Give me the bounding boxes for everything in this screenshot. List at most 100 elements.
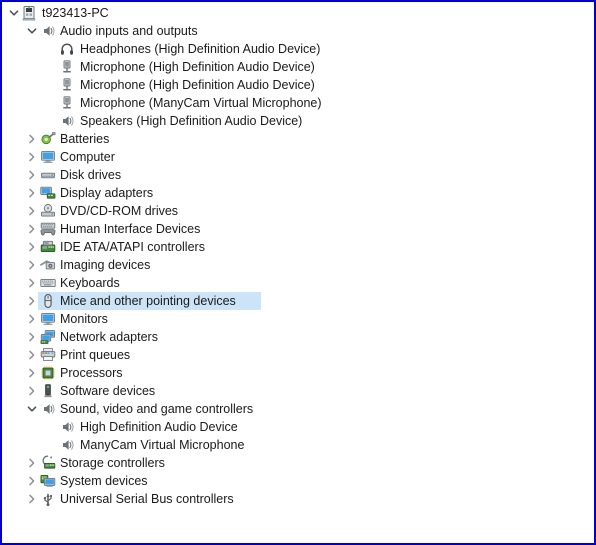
chevron-right-icon[interactable] (25, 310, 39, 328)
tree-row-label: Universal Serial Bus controllers (60, 492, 234, 506)
chevron-right-icon[interactable] (25, 382, 39, 400)
processor-chip-icon (40, 364, 56, 382)
chevron-right-icon[interactable] (25, 166, 39, 184)
tree-row-label: ManyCam Virtual Microphone (80, 438, 245, 452)
tree-row[interactable]: Display adapters (2, 184, 594, 202)
tree-row-label: Print queues (60, 348, 131, 362)
tree-row-label: Storage controllers (60, 456, 165, 470)
chevron-right-icon[interactable] (25, 292, 39, 310)
speaker-icon (59, 436, 75, 454)
chevron-right-icon[interactable] (25, 238, 39, 256)
tree-row-label: High Definition Audio Device (80, 420, 238, 434)
mouse-icon (40, 292, 56, 310)
tree-row[interactable]: Imaging devices (2, 256, 594, 274)
tree-row-label: Disk drives (60, 168, 122, 182)
tree-row-label: System devices (60, 474, 148, 488)
chevron-down-icon[interactable] (7, 4, 21, 22)
tree-row[interactable]: Monitors (2, 310, 594, 328)
tree-row-label: Headphones (High Definition Audio Device… (80, 42, 321, 56)
chevron-right-icon[interactable] (25, 490, 39, 508)
system-device-icon (40, 472, 56, 490)
tree-row[interactable]: Human Interface Devices (2, 220, 594, 238)
computer-pc-icon (21, 4, 37, 22)
speaker-icon (59, 112, 75, 130)
tree-row[interactable]: Microphone (High Definition Audio Device… (2, 58, 594, 76)
tree-row[interactable]: Audio inputs and outputs (2, 22, 594, 40)
monitor-icon (40, 310, 56, 328)
tree-row[interactable]: Computer (2, 148, 594, 166)
tree-row-label: Computer (60, 150, 115, 164)
keyboard-icon (40, 274, 56, 292)
network-adapter-icon (40, 328, 56, 346)
microphone-icon (59, 76, 75, 94)
tree-row[interactable]: Keyboards (2, 274, 594, 292)
chevron-right-icon[interactable] (25, 148, 39, 166)
dvd-drive-icon (40, 202, 56, 220)
tree-row[interactable]: Storage controllers (2, 454, 594, 472)
tree-row[interactable]: Print queues (2, 346, 594, 364)
display-adapter-icon (40, 184, 56, 202)
tree-row[interactable]: Headphones (High Definition Audio Device… (2, 40, 594, 58)
tree-row-label: DVD/CD-ROM drives (60, 204, 179, 218)
chevron-right-icon[interactable] (25, 328, 39, 346)
tree-row[interactable]: IDE ATA/ATAPI controllers (2, 238, 594, 256)
tree-row[interactable]: Universal Serial Bus controllers (2, 490, 594, 508)
chevron-right-icon[interactable] (25, 364, 39, 382)
tree-row[interactable]: Microphone (ManyCam Virtual Microphone) (2, 94, 594, 112)
chevron-down-icon[interactable] (25, 22, 39, 40)
tree-row[interactable]: Disk drives (2, 166, 594, 184)
tree-row-label: Human Interface Devices (60, 222, 201, 236)
speaker-icon (40, 22, 56, 40)
tree-row[interactable]: High Definition Audio Device (2, 418, 594, 436)
tree-row-label: Audio inputs and outputs (60, 24, 198, 38)
chevron-right-icon[interactable] (25, 184, 39, 202)
chevron-right-icon[interactable] (25, 454, 39, 472)
chevron-right-icon[interactable] (25, 256, 39, 274)
tree-row-label: Sound, video and game controllers (60, 402, 254, 416)
tree-row-label: Microphone (High Definition Audio Device… (80, 60, 315, 74)
imaging-camera-icon (40, 256, 56, 274)
chevron-right-icon[interactable] (25, 472, 39, 490)
device-manager-tree[interactable]: t923413-PC Audio inputs and outputs Headph… (2, 2, 594, 543)
tree-row-label: IDE ATA/ATAPI controllers (60, 240, 205, 254)
tree-row[interactable]: Mice and other pointing devices (2, 292, 594, 310)
chevron-right-icon[interactable] (25, 202, 39, 220)
tree-row[interactable]: System devices (2, 472, 594, 490)
chevron-right-icon[interactable] (25, 274, 39, 292)
tree-row[interactable]: Software devices (2, 382, 594, 400)
battery-icon (40, 130, 56, 148)
speaker-icon (59, 418, 75, 436)
tree-row[interactable]: ManyCam Virtual Microphone (2, 436, 594, 454)
tree-row[interactable]: Processors (2, 364, 594, 382)
tree-row-label: Display adapters (60, 186, 154, 200)
disk-drive-icon (40, 166, 56, 184)
tree-row[interactable]: Microphone (High Definition Audio Device… (2, 76, 594, 94)
tree-row-label: Mice and other pointing devices (60, 294, 236, 308)
tree-row-label: Monitors (60, 312, 108, 326)
chevron-right-icon[interactable] (25, 346, 39, 364)
usb-icon (40, 490, 56, 508)
tree-row[interactable]: Speakers (High Definition Audio Device) (2, 112, 594, 130)
tree-row-label: Microphone (High Definition Audio Device… (80, 78, 315, 92)
tree-row-label: t923413-PC (42, 6, 109, 20)
tree-row[interactable]: DVD/CD-ROM drives (2, 202, 594, 220)
ide-controller-icon (40, 238, 56, 256)
microphone-icon (59, 94, 75, 112)
monitor-icon (40, 148, 56, 166)
tree-row-label: Processors (60, 366, 123, 380)
tree-row-label: Batteries (60, 132, 110, 146)
tree-row-label: Network adapters (60, 330, 158, 344)
tree-row-label: Keyboards (60, 276, 120, 290)
headphones-icon (59, 40, 75, 58)
tree-row[interactable]: t923413-PC (2, 4, 594, 22)
chevron-right-icon[interactable] (25, 130, 39, 148)
tree-row[interactable]: Batteries (2, 130, 594, 148)
chevron-down-icon[interactable] (25, 400, 39, 418)
tree-row[interactable]: Network adapters (2, 328, 594, 346)
hid-gamepad-icon (40, 220, 56, 238)
tree-row-label: Speakers (High Definition Audio Device) (80, 114, 303, 128)
software-device-icon (40, 382, 56, 400)
tree-row[interactable]: Sound, video and game controllers (2, 400, 594, 418)
printer-icon (40, 346, 56, 364)
chevron-right-icon[interactable] (25, 220, 39, 238)
